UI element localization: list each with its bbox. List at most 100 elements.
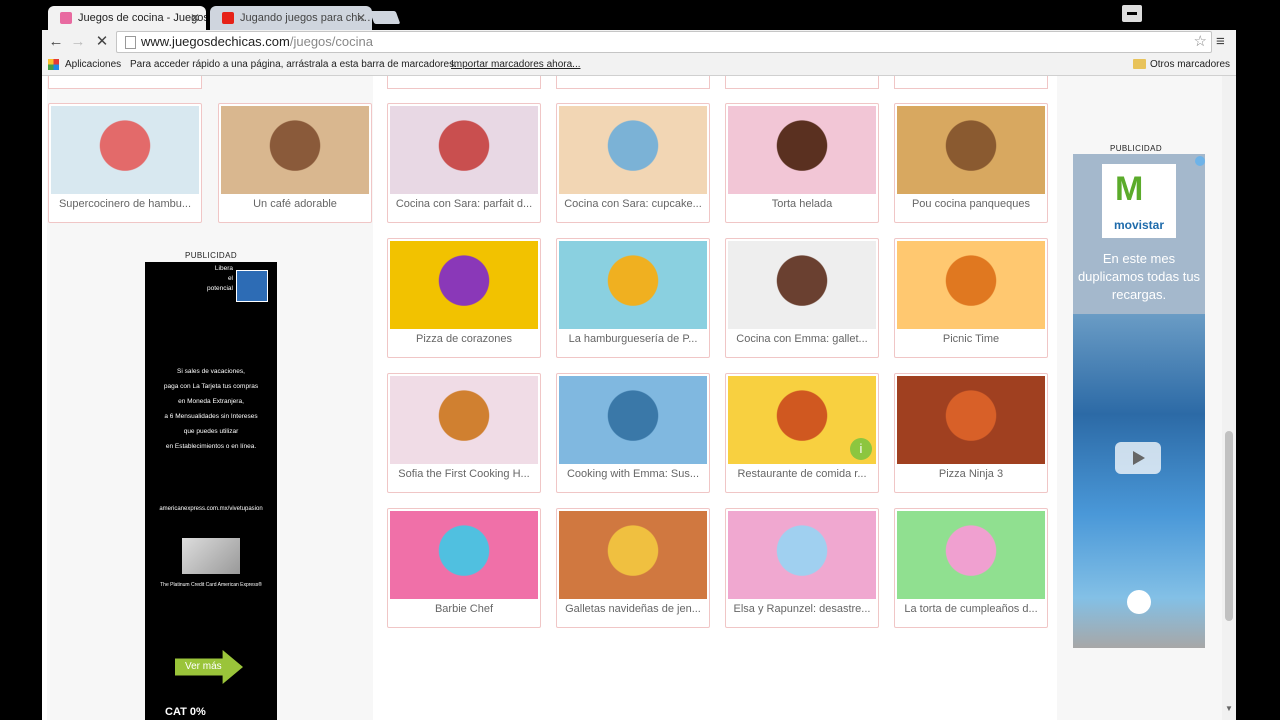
- movistar-ad[interactable]: M movistar En este mes duplicamos todas …: [1073, 154, 1205, 648]
- game-thumbnail[interactable]: [897, 106, 1045, 194]
- game-thumbnail[interactable]: [897, 511, 1045, 599]
- game-thumbnail[interactable]: [559, 106, 707, 194]
- game-title[interactable]: Cocina con Sara: cupcake...: [561, 198, 705, 218]
- game-title[interactable]: Pizza Ninja 3: [899, 468, 1043, 488]
- game-thumbnail[interactable]: i: [728, 376, 876, 464]
- game-title[interactable]: Supercocinero de hambu...: [53, 198, 197, 218]
- game-thumbnail[interactable]: [728, 241, 876, 329]
- game-title[interactable]: La hamburguesería de P...: [561, 333, 705, 353]
- game-card[interactable]: Cocina con Emma: gallet...: [725, 238, 879, 358]
- game-title[interactable]: Elsa y Rapunzel: desastre...: [730, 603, 874, 623]
- game-card[interactable]: Galletas navideñas de jen...: [556, 508, 710, 628]
- game-title[interactable]: Torta helada: [730, 198, 874, 218]
- menu-icon[interactable]: ≡: [1216, 32, 1225, 52]
- info-icon[interactable]: i: [850, 438, 872, 460]
- movistar-text: En este mes duplicamos todas tus recarga…: [1077, 251, 1201, 302]
- import-bookmarks-link[interactable]: Importar marcadores ahora...: [451, 59, 581, 70]
- scrollbar-thumb[interactable]: [1225, 431, 1233, 621]
- game-title[interactable]: Pou cocina panqueques: [899, 198, 1043, 218]
- new-tab-button[interactable]: [369, 11, 401, 24]
- game-thumbnail[interactable]: [728, 511, 876, 599]
- game-thumbnail[interactable]: [390, 106, 538, 194]
- address-bar[interactable]: www.juegosdechicas.com/juegos/cocina ☆: [116, 31, 1212, 53]
- folder-icon: [1133, 59, 1146, 69]
- url-text: www.juegosdechicas.com/juegos/cocina: [141, 34, 373, 49]
- expand-icon[interactable]: [1127, 590, 1151, 614]
- game-card[interactable]: Pizza Ninja 3: [894, 373, 1048, 493]
- bookmarks-hint: Para acceder rápido a una página, arrást…: [130, 59, 457, 70]
- game-thumbnail[interactable]: [51, 106, 199, 194]
- close-tab-icon[interactable]: ✕: [356, 6, 366, 30]
- game-card[interactable]: Supercocinero de hambu...: [48, 103, 202, 223]
- tab-juegos-cocina[interactable]: Juegos de cocina - Juegos ✕: [48, 6, 206, 30]
- game-thumbnail[interactable]: [559, 376, 707, 464]
- page-content: Supercocinero de hambu... Un café adorabl…: [42, 76, 1236, 720]
- game-thumbnail[interactable]: [390, 511, 538, 599]
- game-title[interactable]: Restaurante de comida r...: [730, 468, 874, 488]
- amex-cat: CAT 0%: [165, 706, 206, 718]
- game-card[interactable]: Picnic Time: [894, 238, 1048, 358]
- game-thumbnail[interactable]: [390, 376, 538, 464]
- game-thumbnail[interactable]: [390, 241, 538, 329]
- game-title[interactable]: Cooking with Emma: Sus...: [561, 468, 705, 488]
- game-title[interactable]: Cocina con Sara: parfait d...: [392, 198, 536, 218]
- game-thumbnail[interactable]: [897, 376, 1045, 464]
- game-title[interactable]: Un café adorable: [223, 198, 367, 218]
- card-stub[interactable]: [725, 76, 879, 89]
- card-stub[interactable]: [387, 76, 541, 89]
- game-card[interactable]: Cooking with Emma: Sus...: [556, 373, 710, 493]
- game-thumbnail[interactable]: [559, 511, 707, 599]
- card-stub[interactable]: [556, 76, 710, 89]
- card-stub[interactable]: [894, 76, 1048, 89]
- game-thumbnail[interactable]: [221, 106, 369, 194]
- amex-tagline: Libera el potencial: [206, 265, 233, 292]
- amex-ad[interactable]: Libera el potencial Si sales de vacaciones…: [145, 262, 277, 720]
- movistar-header: M movistar En este mes duplicamos todas …: [1073, 154, 1205, 314]
- game-thumbnail[interactable]: [559, 241, 707, 329]
- ad-info-icon[interactable]: [1195, 156, 1205, 166]
- game-title[interactable]: Galletas navideñas de jen...: [561, 603, 705, 623]
- reload-icon[interactable]: ✕: [92, 32, 112, 52]
- game-card[interactable]: Pizza de corazones: [387, 238, 541, 358]
- game-thumbnail[interactable]: [897, 241, 1045, 329]
- game-card[interactable]: La hamburguesería de P...: [556, 238, 710, 358]
- game-title[interactable]: Picnic Time: [899, 333, 1043, 353]
- bookmark-star-icon[interactable]: ☆: [1194, 32, 1207, 52]
- game-title[interactable]: Barbie Chef: [392, 603, 536, 623]
- movistar-logo: M movistar: [1102, 164, 1176, 238]
- back-icon[interactable]: ←: [46, 32, 66, 52]
- tab-strip: Juegos de cocina - Juegos ✕ Jugando jueg…: [42, 0, 1236, 30]
- game-title[interactable]: Cocina con Emma: gallet...: [730, 333, 874, 353]
- game-card[interactable]: Pou cocina panqueques: [894, 103, 1048, 223]
- game-card[interactable]: Un café adorable: [218, 103, 372, 223]
- apps-icon[interactable]: [48, 59, 59, 70]
- card-stub[interactable]: [48, 76, 202, 89]
- movistar-brand: movistar: [1113, 218, 1165, 232]
- site-favicon-icon: [60, 12, 72, 24]
- tab-jugando-juegos[interactable]: Jugando juegos para chi… ✕: [210, 6, 372, 30]
- scroll-down-icon[interactable]: ▼: [1225, 704, 1233, 713]
- play-icon[interactable]: [1115, 442, 1161, 474]
- tab-title: Juegos de cocina - Juegos: [78, 12, 206, 24]
- close-tab-icon[interactable]: ✕: [190, 6, 200, 30]
- amex-url: americanexpress.com.mx/vivetupasion: [159, 506, 263, 512]
- forward-icon[interactable]: →: [68, 32, 88, 52]
- game-title[interactable]: Pizza de corazones: [392, 333, 536, 353]
- page-icon: [125, 36, 136, 49]
- game-title[interactable]: La torta de cumpleaños d...: [899, 603, 1043, 623]
- game-card[interactable]: Torta helada: [725, 103, 879, 223]
- game-card[interactable]: i Restaurante de comida r...: [725, 373, 879, 493]
- ver-mas-button[interactable]: Ver más: [175, 650, 243, 684]
- game-card[interactable]: La torta de cumpleaños d...: [894, 508, 1048, 628]
- game-thumbnail[interactable]: [728, 106, 876, 194]
- game-card[interactable]: Elsa y Rapunzel: desastre...: [725, 508, 879, 628]
- game-card[interactable]: Sofia the First Cooking H...: [387, 373, 541, 493]
- other-bookmarks[interactable]: Otros marcadores: [1150, 59, 1230, 70]
- game-card[interactable]: Cocina con Sara: cupcake...: [556, 103, 710, 223]
- game-title[interactable]: Sofia the First Cooking H...: [392, 468, 536, 488]
- minimize-icon[interactable]: ▬: [1122, 5, 1142, 22]
- game-card[interactable]: Cocina con Sara: parfait d...: [387, 103, 541, 223]
- scrollbar[interactable]: ▼: [1222, 76, 1236, 720]
- game-card[interactable]: Barbie Chef: [387, 508, 541, 628]
- apps-link[interactable]: Aplicaciones: [65, 59, 121, 70]
